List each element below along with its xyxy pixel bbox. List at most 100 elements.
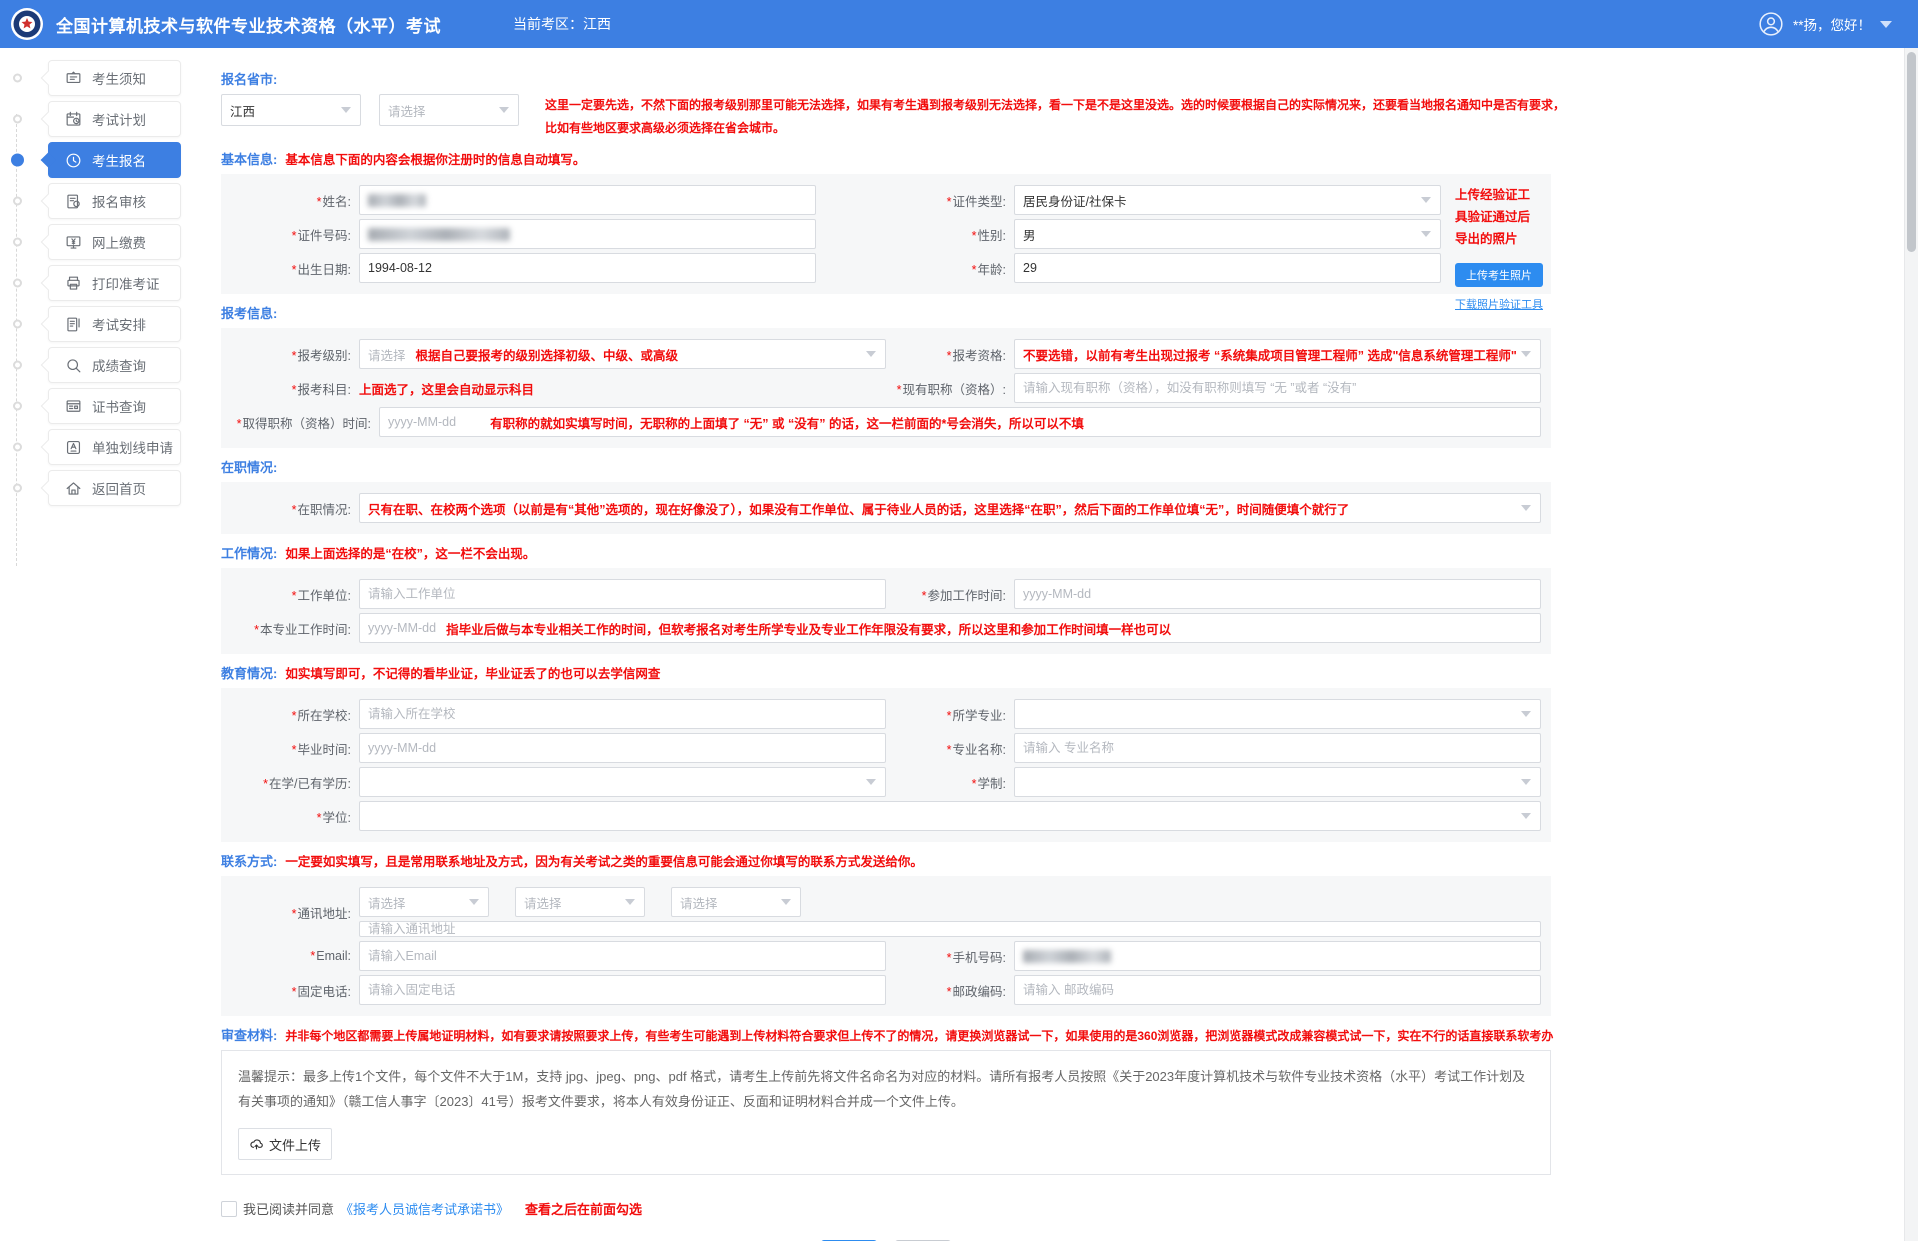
major-work-time-label: *本专业工作时间: — [231, 619, 359, 638]
landline-label: *固定电话: — [231, 981, 359, 1000]
upload-photo-button[interactable]: 上传考生照片 — [1455, 263, 1543, 287]
masked-value — [368, 194, 426, 207]
section-label-edu: 教育情况: — [221, 663, 277, 682]
select-caret-icon — [866, 779, 876, 785]
select-caret-icon — [341, 107, 351, 113]
major-work-time-input[interactable]: yyyy-MM-dd 指毕业后做与本专业相关工作的时间，但软考报名对考生所学专业… — [359, 613, 1541, 643]
work-unit-input[interactable] — [359, 579, 886, 609]
agreement-checkbox[interactable] — [221, 1201, 237, 1217]
select-caret-icon — [499, 107, 509, 113]
study-field-select[interactable] — [1014, 699, 1541, 729]
sidebar-item-register[interactable]: 考生报名 — [48, 142, 181, 178]
address-label: *通讯地址: — [231, 903, 359, 922]
select-caret-icon — [1421, 231, 1431, 237]
upload-tip-box: 温馨提示：最多上传1个文件，每个文件不大于1M，支持 jpg、jpeg、png、… — [221, 1050, 1551, 1175]
sidebar-item-separate-line-apply[interactable]: 单独划线申请 — [48, 429, 181, 465]
sidebar-item-print-ticket[interactable]: 打印准考证 — [48, 265, 181, 301]
agreement-note: 查看之后在前面勾选 — [525, 1199, 642, 1218]
timeline-dot — [13, 197, 22, 206]
select-caret-icon — [781, 899, 791, 905]
name-field[interactable] — [359, 185, 816, 215]
section-label-apply: 报考信息: — [221, 303, 277, 322]
notice-board-icon — [64, 69, 83, 88]
work-panel: *工作单位: *参加工作时间: *本专业工作时间: yyyy-MM-dd 指毕业… — [221, 568, 1551, 654]
sidebar-item-exam-plan[interactable]: 考试计划 — [48, 101, 181, 137]
select-caret-icon — [1421, 197, 1431, 203]
vertical-scrollbar[interactable] — [1904, 48, 1918, 1241]
timeline-dot — [13, 279, 22, 288]
sidebar-item-home[interactable]: 返回首页 — [48, 470, 181, 506]
cert-type-label: *证件类型: — [886, 191, 1014, 210]
chevron-down-icon — [1880, 21, 1892, 28]
phone-label: *手机号码: — [886, 947, 1014, 966]
address-city-select[interactable]: 请选择 — [515, 887, 645, 917]
province-select[interactable]: 江西 — [221, 94, 361, 126]
sidebar-item-certificate-query[interactable]: 证书查询 — [48, 388, 181, 424]
user-menu[interactable]: **扬，您好！ — [1758, 0, 1892, 48]
postcode-label: *邮政编码: — [886, 981, 1014, 1000]
graduation-time-input[interactable] — [359, 733, 886, 763]
sidebar-item-score-query[interactable]: 成绩查询 — [48, 347, 181, 383]
select-caret-icon — [1521, 711, 1531, 717]
sidebar-item-review[interactable]: 报名审核 — [48, 183, 181, 219]
phone-field[interactable] — [1014, 941, 1541, 971]
photo-upload-column: 上传经验证工 具验证通过后 导出的照片 上传考生照片 下载照片验证工具 — [1455, 184, 1543, 312]
apply-level-select[interactable]: 请选择 根据自己要报考的级别选择初级、中级、或高级 — [359, 339, 886, 369]
commitment-letter-link[interactable]: 《报考人员诚信考试承诺书》 — [340, 1199, 509, 1218]
section-label-province: 报名省市: — [221, 69, 277, 88]
degree-level-select[interactable] — [359, 767, 886, 797]
degree-select[interactable] — [359, 801, 1541, 831]
address-detail-input[interactable] — [359, 921, 1541, 937]
edu-note: 如实填写即可，不记得的看毕业证，毕业证丢了的也可以去学信网查 — [285, 663, 660, 682]
section-label-basic: 基本信息: — [221, 149, 277, 168]
sidebar-item-payment[interactable]: 网上缴费 — [48, 224, 181, 260]
cert-no-field[interactable] — [359, 219, 816, 249]
gender-select[interactable]: 男 — [1014, 219, 1441, 249]
calendar-clock-icon — [64, 110, 83, 129]
employment-panel: *在职情况: 只有在职、在校两个选项（以前是有“其他”选项的，现在好像没了），如… — [221, 482, 1551, 534]
school-input[interactable] — [359, 699, 886, 729]
school-label: *所在学校: — [231, 705, 359, 724]
schooling-select[interactable] — [1014, 767, 1541, 797]
sidebar: 考生须知 考试计划 考生报名 报名审核 网上缴费 — [0, 48, 205, 1241]
scrollbar-thumb[interactable] — [1907, 52, 1916, 252]
current-title-input[interactable] — [1014, 373, 1541, 403]
masked-value — [1023, 950, 1111, 963]
clock-icon — [64, 151, 83, 170]
province-note: 这里一定要先选，不然下面的报考级别那里可能无法选择，如果有考生遇到报考级别无法选… — [545, 94, 1565, 140]
apply-subject-note: 上面选了，这里会自动显示科目 — [359, 379, 534, 398]
sidebar-item-schedule[interactable]: 考试安排 — [48, 306, 181, 342]
birth-input[interactable] — [359, 253, 816, 283]
city-select[interactable]: 请选择 — [379, 94, 519, 126]
select-caret-icon — [1521, 813, 1531, 819]
timeline-dot-active — [11, 154, 24, 167]
basic-note: 基本信息下面的内容会根据你注册时的信息自动填写。 — [285, 149, 585, 168]
title-time-input[interactable]: yyyy-MM-dd 有职称的就如实填写时间，无职称的上面填了 “无” 或 “没… — [379, 407, 1541, 437]
email-input[interactable] — [359, 941, 886, 971]
landline-input[interactable] — [359, 975, 886, 1005]
employment-status-select[interactable]: 只有在职、在校两个选项（以前是有“其他”选项的，现在好像没了），如果没有工作单位… — [359, 493, 1541, 523]
app-logo-icon — [10, 7, 44, 41]
apply-subject-label: *报考科目: — [231, 379, 359, 398]
apply-qualification-select[interactable]: 不要选错，以前有考生出现过报考 “系统集成项目管理工程师” 选成"信息系统管理工… — [1014, 339, 1541, 369]
sidebar-item-notice[interactable]: 考生须知 — [48, 60, 181, 96]
address-province-select[interactable]: 请选择 — [359, 887, 489, 917]
employment-status-label: *在职情况: — [231, 499, 359, 518]
download-photo-tool-link[interactable]: 下载照片验证工具 — [1455, 296, 1543, 312]
file-upload-button[interactable]: 文件上传 — [238, 1128, 332, 1160]
work-join-time-input[interactable] — [1014, 579, 1541, 609]
work-note: 如果上面选择的是“在校”，这一栏不会出现。 — [285, 543, 535, 562]
major-name-input[interactable] — [1014, 733, 1541, 763]
age-label: *年龄: — [886, 259, 1014, 278]
certificate-icon — [64, 397, 83, 416]
masked-value — [368, 228, 510, 241]
address-district-select[interactable]: 请选择 — [671, 887, 801, 917]
postcode-input[interactable] — [1014, 975, 1541, 1005]
timeline-dot — [13, 361, 22, 370]
age-input[interactable] — [1014, 253, 1441, 283]
audit-document-icon — [64, 192, 83, 211]
cert-type-select[interactable]: 居民身份证/社保卡 — [1014, 185, 1441, 215]
timeline-dot — [13, 320, 22, 329]
app-header: 全国计算机技术与软件专业技术资格（水平）考试 当前考区：江西 **扬，您好！ — [0, 0, 1918, 48]
contact-note: 一定要如实填写，且是常用联系地址及方式，因为有关考试之类的重要信息可能会通过你填… — [285, 851, 923, 870]
